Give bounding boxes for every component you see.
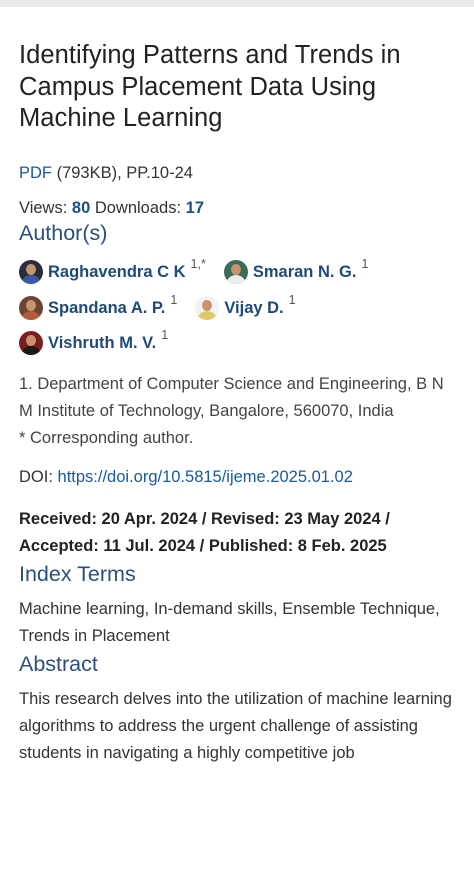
article-content: Identifying Patterns and Trends in Campu… xyxy=(19,40,459,767)
stats-line: Views: 80 Downloads: 17 xyxy=(19,197,459,219)
dates-line-1: Received: 20 Apr. 2024 / Revised: 23 May… xyxy=(19,510,390,528)
article-title: Identifying Patterns and Trends in Campu… xyxy=(19,41,401,132)
author-name[interactable]: Raghavendra C K xyxy=(48,261,186,283)
abstract-heading: Abstract xyxy=(19,652,98,676)
pdf-link[interactable]: PDF xyxy=(19,164,52,182)
author-name[interactable]: Vijay D. xyxy=(224,297,283,319)
downloads-count: 17 xyxy=(185,198,204,217)
author-row: Vishruth M. V. 1 xyxy=(19,326,459,362)
author-item[interactable]: Vishruth M. V. 1 xyxy=(19,328,169,356)
authors-heading: Author(s) xyxy=(19,220,108,245)
downloads-label: Downloads: xyxy=(90,198,186,217)
corresponding-note: * Corresponding author. xyxy=(19,429,194,447)
doi-label: DOI: xyxy=(19,468,58,486)
author-row: Spandana A. P. 1 Vijay D. 1 xyxy=(19,290,459,326)
author-item[interactable]: Raghavendra C K 1,* xyxy=(19,257,206,285)
avatar xyxy=(19,295,43,320)
views-count: 80 xyxy=(71,198,91,217)
pdf-info: (793KB), PP.10-24 xyxy=(52,163,193,182)
author-affiliation-mark: 1,* xyxy=(190,257,206,272)
abstract-text: This research delves into the utilizatio… xyxy=(19,690,452,762)
author-list: Raghavendra C K 1,* Smaran N. G. 1 Spandan… xyxy=(19,255,459,362)
index-terms-heading: Index Terms xyxy=(19,562,136,586)
author-affiliation-mark: 1 xyxy=(170,292,178,307)
views-label: Views: xyxy=(19,198,72,217)
author-row: Raghavendra C K 1,* Smaran N. G. 1 xyxy=(19,255,459,291)
avatar xyxy=(19,260,43,285)
author-name[interactable]: Spandana A. P. xyxy=(48,297,165,319)
publication-dates: Received: 20 Apr. 2024 / Revised: 23 May… xyxy=(19,506,459,560)
author-item[interactable]: Vijay D. 1 xyxy=(195,292,296,320)
avatar xyxy=(19,331,43,356)
author-item[interactable]: Spandana A. P. 1 xyxy=(19,292,178,320)
top-bar xyxy=(0,0,474,7)
author-affiliation-mark: 1 xyxy=(361,257,369,272)
author-item[interactable]: Smaran N. G. 1 xyxy=(223,257,369,285)
author-name[interactable]: Smaran N. G. xyxy=(253,261,357,283)
author-affiliation-mark: 1 xyxy=(161,328,169,343)
avatar xyxy=(195,295,220,320)
pdf-line: PDF (793KB), PP.10-24 xyxy=(19,162,459,184)
author-name[interactable]: Vishruth M. V. xyxy=(48,332,156,354)
affiliation-text: 1. Department of Computer Science and En… xyxy=(19,375,444,420)
doi-line: DOI: https://doi.org/10.5815/ijeme.2025.… xyxy=(19,466,459,488)
dates-line-2: Accepted: 11 Jul. 2024 / Published: 8 Fe… xyxy=(19,537,387,555)
affiliations: 1. Department of Computer Science and En… xyxy=(19,371,459,452)
author-affiliation-mark: 1 xyxy=(288,292,296,307)
index-terms-text: Machine learning, In-demand skills, Ense… xyxy=(19,600,440,645)
avatar xyxy=(223,260,248,285)
doi-link[interactable]: https://doi.org/10.5815/ijeme.2025.01.02 xyxy=(58,468,353,486)
